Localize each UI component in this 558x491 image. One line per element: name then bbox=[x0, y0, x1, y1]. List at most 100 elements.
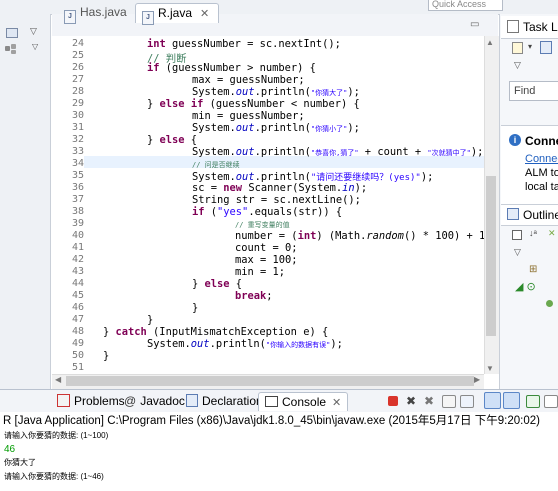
line-number: 48 bbox=[71, 326, 84, 337]
tab-problems[interactable]: Problems bbox=[57, 392, 125, 410]
line-number: 35 bbox=[71, 170, 84, 181]
line-number: 46 bbox=[71, 302, 84, 313]
class-node-icon[interactable]: ◢ ⊙ bbox=[515, 280, 536, 293]
code-line: System.out.println("恭喜你,猜了" + count + "次… bbox=[192, 146, 484, 158]
line-number: 31 bbox=[71, 122, 84, 133]
line-number: 26 bbox=[71, 62, 84, 73]
scroll-right-icon[interactable]: ▶ bbox=[474, 375, 480, 384]
code-line: int guessNumber = sc.nextInt(); bbox=[147, 38, 341, 50]
line-number: 33 bbox=[71, 146, 84, 157]
connect-text: local ta bbox=[525, 181, 558, 193]
dropdown-icon[interactable]: ▽ bbox=[32, 42, 38, 51]
line-number: 37 bbox=[71, 194, 84, 205]
task-list-tab[interactable]: Task List bbox=[501, 16, 558, 39]
java-file-icon: J bbox=[142, 11, 154, 25]
java-file-icon: J bbox=[64, 10, 76, 24]
code-line: sc = new Scanner(System.in); bbox=[192, 182, 368, 194]
left-view-stack: ▽ ▽ bbox=[0, 14, 51, 389]
import-declarations-icon[interactable]: ⊞ bbox=[529, 264, 537, 275]
scroll-down-icon[interactable]: ▼ bbox=[486, 364, 494, 373]
line-number: 24 bbox=[71, 38, 84, 49]
code-line: count = 0; bbox=[235, 242, 298, 254]
tab-javadoc[interactable]: @ Javadoc bbox=[124, 392, 185, 410]
categories-icon[interactable] bbox=[540, 41, 552, 54]
console-icon bbox=[265, 396, 278, 407]
code-line: } bbox=[147, 314, 154, 326]
line-number: 38 bbox=[71, 206, 84, 217]
package-view-icon[interactable] bbox=[5, 44, 19, 54]
connect-title: Conne bbox=[525, 134, 558, 148]
find-input[interactable]: Find bbox=[509, 81, 558, 101]
code-line: System.out.println("你输入的数据有误"); bbox=[147, 338, 343, 350]
declaration-icon bbox=[186, 394, 198, 407]
line-number: 39 bbox=[71, 218, 84, 229]
scroll-up-icon[interactable]: ▲ bbox=[486, 38, 494, 47]
line-number: 27 bbox=[71, 74, 84, 85]
close-tab-icon[interactable]: ✕ bbox=[200, 8, 209, 20]
console-launch-description: R [Java Application] C:\Program Files (x… bbox=[0, 412, 558, 428]
clear-console-icon[interactable] bbox=[442, 395, 456, 408]
code-line: } else { bbox=[192, 278, 243, 290]
tab-console[interactable]: Console ✕ bbox=[258, 392, 349, 411]
code-line: if (guessNumber > number) { bbox=[147, 62, 316, 74]
show-on-error-icon[interactable] bbox=[503, 392, 520, 409]
code-line: max = 100; bbox=[235, 254, 298, 266]
code-line: String str = sc.nextLine(); bbox=[192, 194, 361, 206]
dropdown-icon[interactable]: ▾ bbox=[528, 42, 532, 51]
problems-icon bbox=[57, 394, 70, 407]
tab-r-java[interactable]: J R.java ✕ bbox=[135, 3, 219, 25]
open-console-icon[interactable] bbox=[544, 395, 558, 408]
restore-view-icon[interactable] bbox=[6, 28, 18, 38]
line-number: 30 bbox=[71, 110, 84, 121]
code-line: break; bbox=[235, 290, 273, 302]
view-menu-icon[interactable]: ▽ bbox=[30, 26, 37, 37]
outline-tab[interactable]: Outline bbox=[501, 204, 558, 226]
pin-console-icon[interactable] bbox=[526, 395, 540, 408]
line-number: 40 bbox=[71, 230, 84, 241]
code-editor[interactable]: 24 25 26 27 28 29 30 31 32 33 34 35 36 3… bbox=[52, 36, 484, 374]
code-line: if ("yes".equals(str)) { bbox=[192, 206, 343, 218]
view-menu-icon[interactable]: ▽ bbox=[514, 247, 521, 258]
collapse-all-icon[interactable] bbox=[512, 230, 522, 240]
line-number: 43 bbox=[71, 266, 84, 277]
scroll-lock-icon[interactable] bbox=[460, 395, 474, 408]
method-icon[interactable] bbox=[546, 300, 553, 307]
close-tab-icon[interactable]: ✕ bbox=[332, 397, 341, 409]
quick-access-input[interactable]: Quick Access bbox=[428, 0, 503, 11]
console-output[interactable]: 请输入你要猜的数据: (1~100) 46 你猜大了 请输入你要猜的数据: (1… bbox=[0, 428, 558, 491]
line-number: 29 bbox=[71, 98, 84, 109]
vertical-scroll-thumb[interactable] bbox=[486, 176, 496, 336]
console-strip-left bbox=[0, 389, 52, 413]
hide-fields-icon[interactable]: ✕ bbox=[548, 228, 556, 239]
code-line: System.out.println("你猜大了"); bbox=[192, 86, 360, 98]
console-input-line: 46 bbox=[4, 444, 16, 455]
connect-link[interactable]: Connect bbox=[525, 153, 558, 165]
line-number: 45 bbox=[71, 290, 84, 301]
code-line: min = 1; bbox=[235, 266, 286, 278]
tab-has-java[interactable]: J Has.java bbox=[58, 3, 133, 24]
new-task-icon[interactable] bbox=[512, 42, 523, 54]
code-line: } bbox=[192, 302, 199, 314]
scroll-left-icon[interactable]: ◀ bbox=[55, 375, 61, 384]
code-line: System.out.println("你猜小了"); bbox=[192, 122, 360, 134]
terminate-icon[interactable] bbox=[388, 396, 398, 406]
at-icon: @ bbox=[124, 394, 137, 408]
task-list-icon bbox=[507, 20, 519, 33]
line-number: 42 bbox=[71, 254, 84, 265]
sort-icon[interactable]: ↓ᵃ bbox=[529, 228, 537, 238]
line-number: 51 bbox=[71, 362, 84, 373]
remove-launch-icon[interactable]: ✖ bbox=[406, 394, 418, 408]
show-on-output-icon[interactable] bbox=[484, 392, 501, 409]
minimize-icon[interactable]: ▭ bbox=[470, 19, 479, 30]
line-number: 50 bbox=[71, 350, 84, 361]
code-line: min = guessNumber; bbox=[192, 110, 305, 122]
remove-all-icon[interactable]: ✖ bbox=[424, 394, 436, 408]
tab-declaration[interactable]: Declaration bbox=[186, 392, 263, 410]
horizontal-scroll-thumb[interactable] bbox=[66, 376, 474, 386]
code-line: } catch (InputMismatchException e) { bbox=[103, 326, 329, 338]
code-line: } bbox=[103, 350, 110, 362]
view-menu-icon[interactable]: ▽ bbox=[514, 60, 521, 71]
code-comment: // 问是否继续 bbox=[192, 161, 240, 169]
connect-mylyn-panel: i Conne Connect ALM to local ta bbox=[501, 125, 558, 206]
outline-icon bbox=[507, 208, 519, 220]
